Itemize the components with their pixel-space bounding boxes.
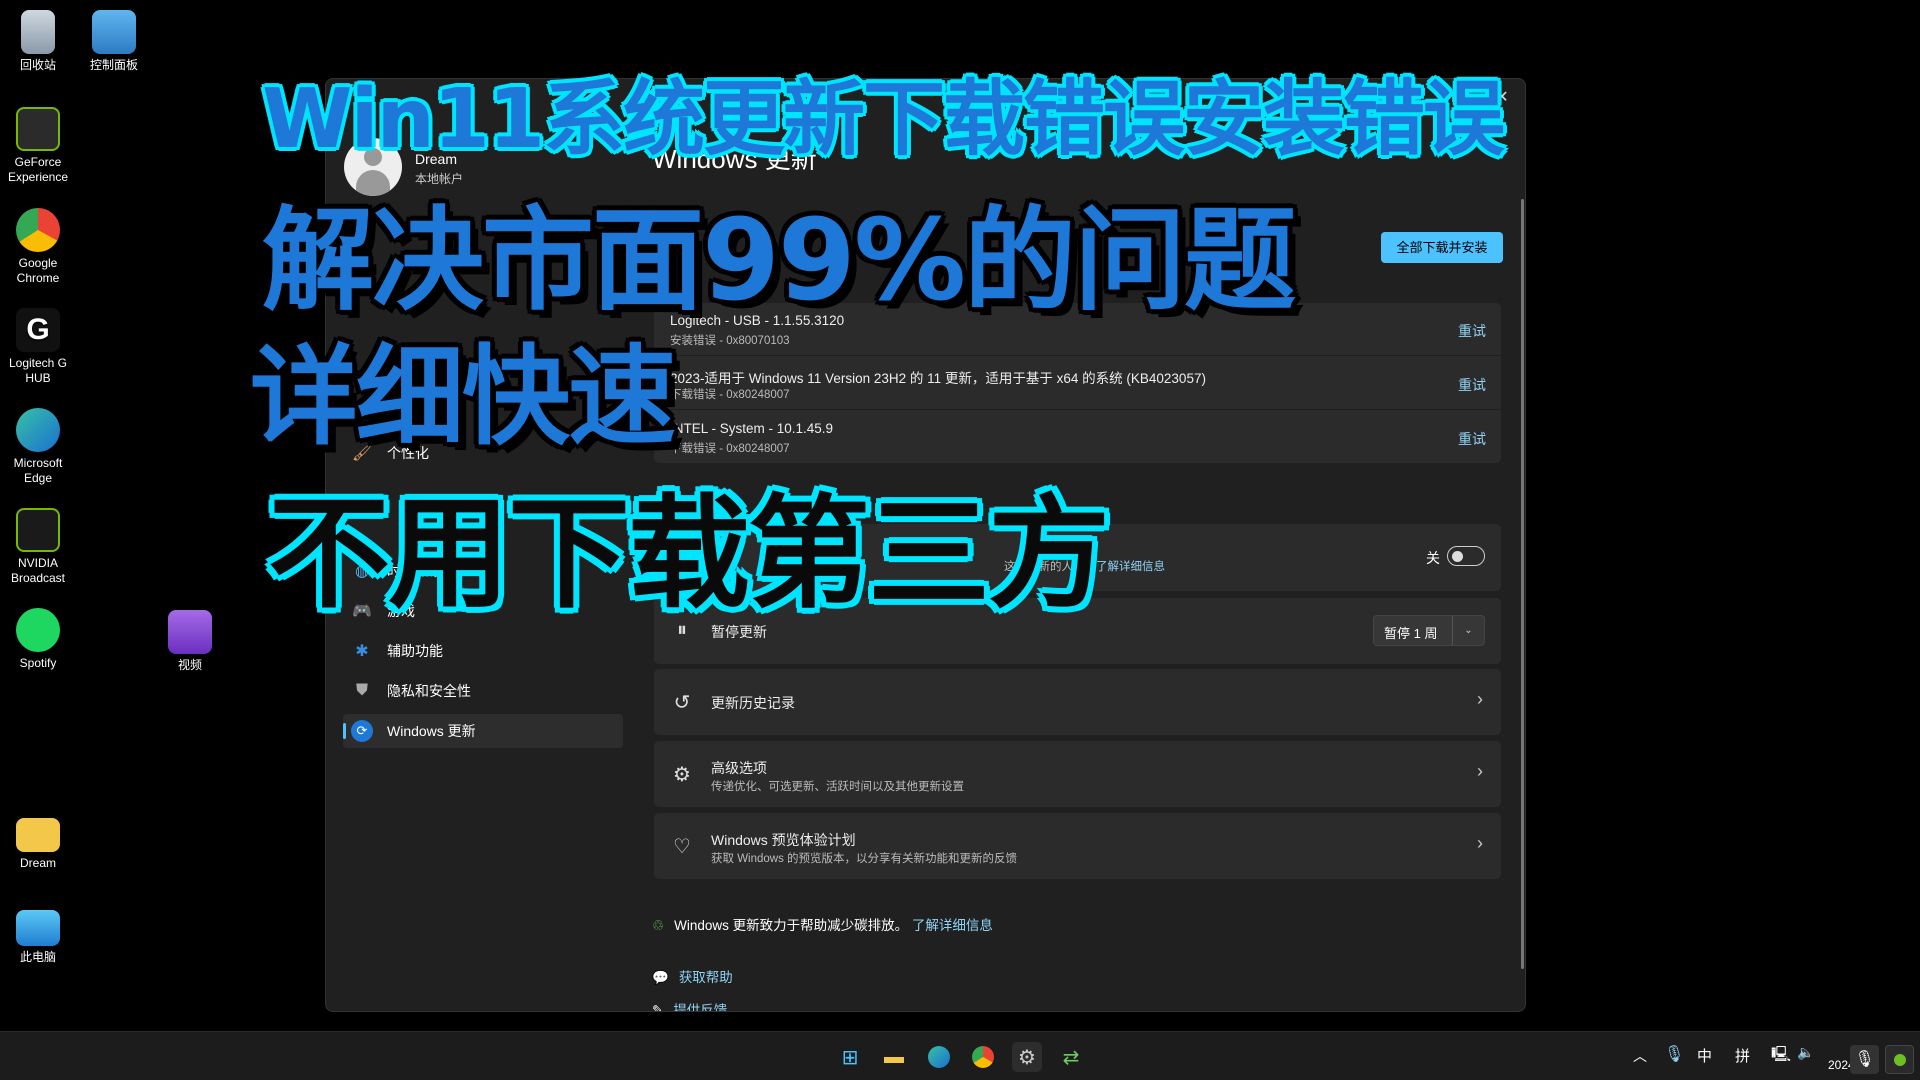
latest-updates-toggle[interactable] <box>1447 546 1485 566</box>
gears-icon: ⚙ <box>673 764 691 786</box>
toggle-state-label: 关 <box>1426 550 1440 566</box>
scrollbar[interactable] <box>1521 199 1524 969</box>
carbon-learn-more-link[interactable]: 了解详细信息 <box>912 918 993 933</box>
desktop-icon-this-pc[interactable]: 此电脑 <box>0 910 76 965</box>
sidebar-item-accessibility[interactable]: ✱ 辅助功能 <box>343 634 623 668</box>
retry-button[interactable]: 重试 <box>1458 429 1486 449</box>
overlay-title-line-2: 解决市面99%的问题 <box>262 196 1296 326</box>
desktop-icon-chrome[interactable]: Google Chrome <box>0 208 76 286</box>
logitech-icon: G <box>16 308 60 352</box>
nvidia-broadcast-icon <box>16 508 60 552</box>
feedback-icon: ✎ <box>652 1003 664 1012</box>
overlay-title-line-4: 不用下载第三方 <box>268 483 1110 625</box>
advanced-options-card[interactable]: ⚙ 高级选项 传递优化、可选更新、活跃时间以及其他更新设置 › <box>654 741 1501 807</box>
folder-icon <box>16 818 60 852</box>
sidebar-item-privacy[interactable]: ⛊ 隐私和安全性 <box>343 674 623 708</box>
desktop-icon-recycle-bin[interactable]: 回收站 <box>0 10 76 73</box>
selection-indicator <box>343 723 346 739</box>
ime-indicator[interactable]: 拼 <box>1735 1045 1750 1066</box>
update-history-card[interactable]: ↺ 更新历史记录 › <box>654 669 1501 735</box>
edge-icon[interactable] <box>924 1042 954 1072</box>
desktop-icon-geforce[interactable]: GeForce Experience <box>0 107 76 185</box>
volume-icon[interactable]: 🔈 <box>1797 1044 1814 1061</box>
show-hidden-icons-button[interactable]: ︿ <box>1633 1046 1647 1066</box>
chevron-down-icon: ⌄ <box>1452 616 1484 645</box>
desktop-icon-edge[interactable]: Microsoft Edge <box>0 408 76 486</box>
geforce-icon <box>16 107 60 151</box>
file-explorer-icon[interactable]: ▬ <box>879 1042 909 1072</box>
history-icon: ↺ <box>673 692 691 714</box>
retry-button[interactable]: 重试 <box>1458 375 1486 395</box>
chevron-right-icon: › <box>1477 761 1483 781</box>
pause-duration-dropdown[interactable]: 暂停 1 周 ⌄ <box>1373 615 1485 646</box>
get-help-link[interactable]: 💬 获取帮助 <box>652 966 733 986</box>
spotify-icon <box>16 608 60 652</box>
start-icon[interactable]: ⊞ <box>835 1042 865 1072</box>
recycle-bin-icon <box>21 10 55 54</box>
retry-button[interactable]: 重试 <box>1458 321 1486 341</box>
desktop-icon-control-panel[interactable]: 控制面板 <box>76 10 152 73</box>
desktop-icon-dream-folder[interactable]: Dream <box>0 810 76 871</box>
network-app-icon[interactable]: ⇄ <box>1056 1042 1086 1072</box>
desktop-icon-spotify[interactable]: Spotify <box>0 608 76 671</box>
chrome-icon[interactable] <box>968 1042 998 1072</box>
voice-input-button[interactable]: 🎙 <box>1850 1045 1879 1074</box>
control-panel-icon <box>92 10 136 54</box>
help-icon: 💬 <box>652 970 669 985</box>
chrome-icon <box>16 208 60 252</box>
edge-icon <box>16 408 60 452</box>
leaf-icon: ♲ <box>652 918 665 933</box>
shield-icon: ⛊ <box>355 682 368 699</box>
insider-program-card[interactable]: ♡ Windows 预览体验计划 获取 Windows 的预览版本，以分享有关新… <box>654 813 1501 879</box>
taskbar <box>0 1031 1920 1080</box>
status-indicator[interactable] <box>1885 1045 1914 1074</box>
insider-heart-icon: ♡ <box>673 836 691 858</box>
ime-mode[interactable]: 中 <box>1697 1045 1712 1066</box>
network-icon[interactable]: 🖳 <box>1771 1044 1791 1069</box>
update-row: 2023-适用于 Windows 11 Version 23H2 的 11 更新… <box>654 357 1501 410</box>
video-icon <box>168 610 212 654</box>
settings-icon[interactable]: ⚙ <box>1012 1042 1042 1072</box>
desktop-icon-logitech[interactable]: G Logitech G HUB <box>0 308 76 386</box>
chevron-right-icon: › <box>1477 689 1483 709</box>
chevron-right-icon: › <box>1477 833 1483 853</box>
desktop-icon-video[interactable]: 视频 <box>152 610 228 673</box>
install-all-button[interactable]: 全部下载并安装 <box>1381 232 1503 263</box>
sidebar-item-windows-update[interactable]: ⟳ Windows 更新 <box>343 714 623 748</box>
desktop-icon-nvidia-broadcast[interactable]: NVIDIA Broadcast <box>0 508 76 586</box>
overlay-title-line-3: 详细快速 <box>250 335 676 460</box>
microphone-icon[interactable]: 🎙 <box>1664 1044 1684 1064</box>
sync-icon: ⟳ <box>351 720 373 742</box>
accessibility-icon: ✱ <box>355 643 369 660</box>
overlay-title-line-1: Win11系统更新下载错误安装错误 <box>262 72 1505 167</box>
feedback-link[interactable]: ✎ 提供反馈 <box>652 999 727 1012</box>
this-pc-icon <box>16 910 60 946</box>
